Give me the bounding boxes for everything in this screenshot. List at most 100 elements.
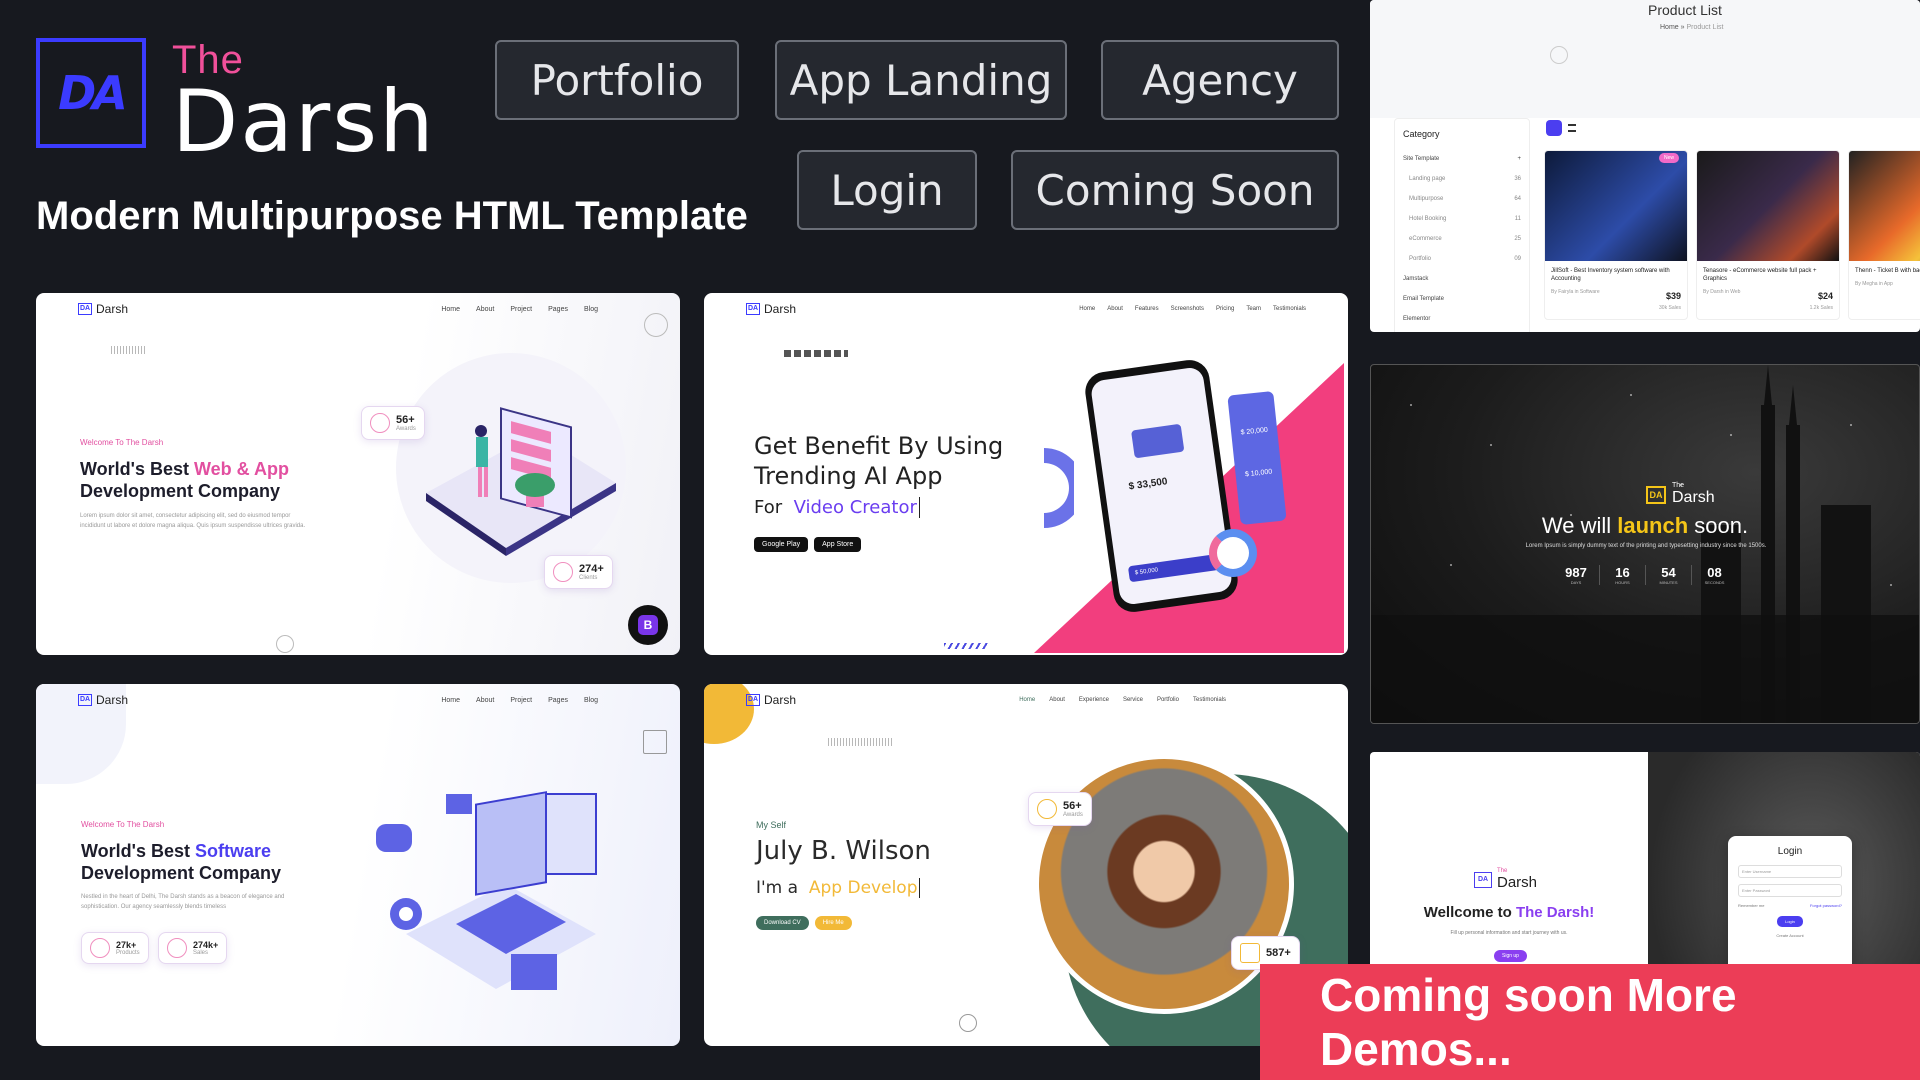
demo4-links: Home About Experience Service Portfolio … <box>1019 697 1226 703</box>
category-item[interactable]: Multipurpose 64 <box>1403 189 1521 209</box>
demo3-link[interactable]: Project <box>510 697 532 704</box>
demo1-link[interactable]: Pages <box>548 306 568 313</box>
demo1-link[interactable]: Home <box>441 306 460 313</box>
demo3-body: Nestled in the heart of Delhi, The Darsh… <box>81 894 285 910</box>
demo4-link[interactable]: About <box>1049 697 1065 703</box>
login-submit-button[interactable]: Login <box>1777 916 1803 927</box>
demo1-link[interactable]: Project <box>510 306 532 313</box>
category-item[interactable]: eCommerce 25 <box>1403 229 1521 249</box>
demo2-link[interactable]: Features <box>1135 306 1159 312</box>
demo1-logo: DA Darsh <box>78 302 129 316</box>
demo4-name: July B. Wilson <box>756 836 931 866</box>
demo4-logo: DA Darsh <box>746 693 797 707</box>
bootstrap-badge[interactable]: B <box>628 605 668 645</box>
countdown-seconds: 08 SECONDS <box>1691 565 1737 585</box>
product-card[interactable]: New JillSoft - Best Inventory system sof… <box>1544 150 1688 320</box>
category-item[interactable]: Email Template <box>1403 289 1521 309</box>
grid-view-icon[interactable] <box>1546 120 1562 136</box>
demo2-subtitle: For Video Creator <box>754 497 920 518</box>
countdown-minutes: 54 MINUTES <box>1645 565 1691 585</box>
login-welcome: Wellcome to The Darsh! <box>1423 904 1595 921</box>
category-item[interactable]: Jamstack <box>1403 269 1521 289</box>
demo-portfolio[interactable]: DA Darsh Home About Experience Service Po… <box>704 684 1348 1046</box>
demo4-link[interactable]: Testimonials <box>1193 697 1226 703</box>
demo3-welcome: Welcome To The Darsh <box>81 820 165 829</box>
demo-app-landing[interactable]: DA Darsh Home About Features Screenshots … <box>704 293 1348 655</box>
coming-soon-preview[interactable]: DA The Darsh We will launch soon. Lorem I… <box>1370 364 1920 724</box>
demo2-link[interactable]: Pricing <box>1216 306 1234 312</box>
coming-title: We will launch soon. <box>1541 513 1749 538</box>
stripe-decoration <box>944 643 988 649</box>
forgot-link[interactable]: Forgot password? <box>1810 903 1842 908</box>
demo2-links: Home About Features Screenshots Pricing … <box>1079 306 1306 312</box>
create-account-link[interactable]: Create Account <box>1728 933 1852 938</box>
product-card[interactable]: Thenn - Ticket B with backend By Megha i… <box>1848 150 1920 320</box>
demo-software[interactable]: DA Darsh Home About Project Pages Blog We… <box>36 684 680 1046</box>
category-item[interactable]: Portfolio 09 <box>1403 249 1521 269</box>
agency-button[interactable]: Agency <box>1101 40 1339 120</box>
demo1-title: World's Best Web & App Development Compan… <box>80 459 289 501</box>
demo2-nav: DA Darsh Home About Features Screenshots … <box>704 293 1348 325</box>
demo3-link[interactable]: Blog <box>584 697 598 704</box>
coming-body: Lorem Ipsum is simply dummy text of the … <box>1525 543 1767 549</box>
countdown: 987 DAYS 16 HOURS 54 MINUTES 08 SECONDS <box>1553 565 1737 585</box>
hire-me-button[interactable]: Hire Me <box>814 916 852 930</box>
demo1-link[interactable]: About <box>476 306 494 313</box>
password-input[interactable]: Enter Password <box>1738 884 1842 897</box>
demo1-link[interactable]: Blog <box>584 306 598 313</box>
demo2-link[interactable]: About <box>1107 306 1123 312</box>
countdown-days: 987 DAYS <box>1565 565 1587 585</box>
percent-icon <box>167 938 187 958</box>
app-store-button[interactable]: App Store <box>814 537 862 552</box>
login-logo-icon: DA <box>1474 871 1492 888</box>
breadcrumb: Home » Product List <box>1660 24 1724 31</box>
app-landing-button[interactable]: App Landing <box>775 40 1067 120</box>
product-name[interactable]: Thenn - Ticket B with backend <box>1849 261 1920 275</box>
demo4-link[interactable]: Experience <box>1079 697 1109 703</box>
demo2-link[interactable]: Testimonials <box>1273 306 1306 312</box>
username-input[interactable]: Enter Username <box>1738 865 1842 878</box>
category-heading: Category <box>1403 129 1440 139</box>
category-item[interactable]: Hotel Booking 11 <box>1403 209 1521 229</box>
product-name[interactable]: Tenasore - eCommerce website full pack +… <box>1697 261 1839 283</box>
product-list-title: Product List <box>1648 2 1722 18</box>
list-view-icon[interactable] <box>1568 124 1576 132</box>
demo4-role: I'm a App Develop <box>756 878 920 898</box>
product-list-preview[interactable]: Product List Home » Product List Categor… <box>1370 0 1920 332</box>
demo1-links: Home About Project Pages Blog <box>441 306 598 313</box>
product-name[interactable]: JillSoft - Best Inventory system softwar… <box>1545 261 1687 283</box>
dot-pattern <box>828 738 894 746</box>
category-item[interactable]: Site Template + <box>1403 149 1521 169</box>
more-demos-banner: Coming soon More Demos... <box>1260 964 1920 1080</box>
brand-name: Darsh <box>172 72 436 172</box>
category-item[interactable]: Landing page 36 <box>1403 169 1521 189</box>
circle-decoration <box>959 1014 977 1032</box>
breadcrumb-home[interactable]: Home <box>1660 24 1679 31</box>
category-sidebar: Category Site Template + Landing page 36 M… <box>1394 118 1530 332</box>
demo-web-app[interactable]: DA Darsh Home About Project Pages Blog We… <box>36 293 680 655</box>
demo3-link[interactable]: Pages <box>548 697 568 704</box>
remember-checkbox[interactable]: Remember me <box>1738 903 1764 908</box>
login-button[interactable]: Login <box>797 150 977 230</box>
portfolio-button[interactable]: Portfolio <box>495 40 739 120</box>
coming-logo: DA The Darsh <box>1646 482 1715 507</box>
category-item[interactable]: Elementor <box>1403 309 1521 329</box>
demo2-link[interactable]: Team <box>1246 306 1261 312</box>
demo3-link[interactable]: About <box>476 697 494 704</box>
demo3-link[interactable]: Home <box>441 697 460 704</box>
demo4-link[interactable]: Home <box>1019 697 1035 703</box>
brand-logo: DA <box>36 38 146 148</box>
demo2-link[interactable]: Home <box>1079 306 1095 312</box>
product-card[interactable]: Tenasore - eCommerce website full pack +… <box>1696 150 1840 320</box>
demo4-link[interactable]: Portfolio <box>1157 697 1179 703</box>
circle-decoration <box>1550 46 1568 64</box>
donut-chart <box>1044 448 1074 528</box>
demo2-link[interactable]: Screenshots <box>1171 306 1204 312</box>
google-play-button[interactable]: Google Play <box>754 537 809 552</box>
download-cv-button[interactable]: Download CV <box>756 916 809 930</box>
demo1-nav: DA Darsh Home About Project Pages Blog <box>36 293 680 325</box>
demo4-link[interactable]: Service <box>1123 697 1143 703</box>
signup-button[interactable]: Sign up <box>1494 950 1527 962</box>
breadcrumb-current: Product List <box>1686 24 1724 31</box>
coming-soon-button[interactable]: Coming Soon <box>1011 150 1339 230</box>
